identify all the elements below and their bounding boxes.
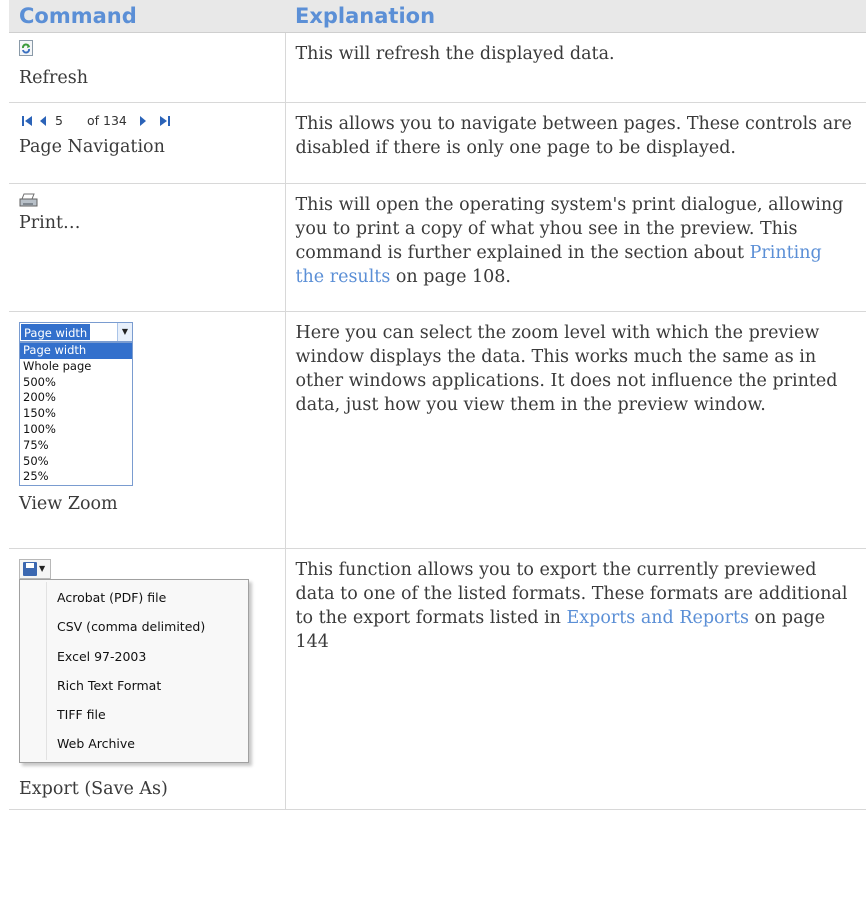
- table-row: ▼ Acrobat (PDF) file CSV (comma delimited…: [9, 548, 866, 810]
- header-explanation: Explanation: [285, 0, 866, 33]
- zoom-option[interactable]: 500%: [20, 375, 132, 391]
- zoom-option[interactable]: 150%: [20, 406, 132, 422]
- save-icon: [23, 562, 37, 576]
- zoom-selected-value: Page width: [21, 324, 91, 340]
- command-name-print: Print…: [19, 213, 81, 233]
- prev-page-icon[interactable]: [35, 114, 51, 128]
- explanation-cell: This allows you to navigate between page…: [285, 102, 866, 184]
- export-menu: Acrobat (PDF) file CSV (comma delimited) E…: [19, 579, 249, 763]
- table-row: Print… This will open the operating syst…: [9, 183, 866, 312]
- explanation-cell: This function allows you to export the c…: [285, 548, 866, 810]
- chevron-down-icon: ▼: [39, 564, 46, 573]
- zoom-option[interactable]: 50%: [20, 454, 132, 470]
- command-table: Command Explanation Refresh This will re…: [9, 0, 866, 810]
- zoom-option[interactable]: 75%: [20, 438, 132, 454]
- print-text-after: on page 108.: [390, 267, 511, 287]
- command-name-view-zoom: View Zoom: [19, 494, 118, 515]
- refresh-icon[interactable]: [19, 40, 33, 56]
- zoom-option[interactable]: Page width: [20, 343, 132, 359]
- explanation-cell: This will refresh the displayed data.: [285, 32, 866, 103]
- export-menu-item[interactable]: Excel 97-2003: [20, 642, 248, 671]
- page-navigation-controls: 5 of 134: [19, 110, 274, 132]
- next-page-icon[interactable]: [135, 114, 151, 128]
- command-cell: Page width ▼ Page width Whole page 500% 200…: [9, 311, 286, 549]
- exports-reports-link[interactable]: Exports and Reports: [567, 608, 749, 628]
- export-menu-item[interactable]: Web Archive: [20, 729, 248, 758]
- save-button[interactable]: ▼: [19, 559, 51, 579]
- table-row: Refresh This will refresh the displayed …: [9, 32, 866, 103]
- zoom-option[interactable]: 25%: [20, 469, 132, 485]
- zoom-dropdown[interactable]: Page width ▼ Page width Whole page 500% 200…: [19, 322, 134, 487]
- zoom-select[interactable]: Page width ▼: [19, 322, 133, 342]
- command-name-refresh: Refresh: [19, 68, 88, 88]
- page-number-input[interactable]: 5: [55, 109, 81, 133]
- table-row: Page width ▼ Page width Whole page 500% 200…: [9, 311, 866, 549]
- table-header-row: Command Explanation: [9, 0, 866, 33]
- zoom-options-list: Page width Whole page 500% 200% 150% 100% 75% 5…: [19, 342, 133, 487]
- printer-icon[interactable]: [19, 192, 39, 208]
- command-cell: 5 of 134 Page Navigation: [9, 102, 286, 184]
- explanation-cell: This will open the operating system's pr…: [285, 183, 866, 312]
- first-page-icon[interactable]: [19, 114, 35, 128]
- explanation-cell: Here you can select the zoom level with …: [285, 311, 866, 549]
- zoom-option[interactable]: 100%: [20, 422, 132, 438]
- zoom-option[interactable]: Whole page: [20, 359, 132, 375]
- command-name-export: Export (Save As): [19, 778, 168, 799]
- command-name-page-navigation: Page Navigation: [19, 137, 165, 157]
- page-count-label: of 134: [87, 113, 127, 128]
- zoom-option[interactable]: 200%: [20, 390, 132, 406]
- command-cell: Print…: [9, 183, 286, 312]
- export-menu-item[interactable]: CSV (comma delimited): [20, 612, 248, 641]
- export-menu-item[interactable]: Acrobat (PDF) file: [20, 583, 248, 612]
- export-dropdown: ▼ Acrobat (PDF) file CSV (comma delimited…: [19, 559, 274, 763]
- command-cell: Refresh: [9, 32, 286, 103]
- export-menu-item[interactable]: Rich Text Format: [20, 671, 248, 700]
- last-page-icon[interactable]: [157, 114, 173, 128]
- chevron-down-icon[interactable]: ▼: [117, 323, 132, 341]
- command-cell: ▼ Acrobat (PDF) file CSV (comma delimited…: [9, 548, 286, 810]
- header-command: Command: [9, 0, 285, 33]
- export-menu-item[interactable]: TIFF file: [20, 700, 248, 729]
- table-row: 5 of 134 Page Navigation This allows you…: [9, 102, 866, 184]
